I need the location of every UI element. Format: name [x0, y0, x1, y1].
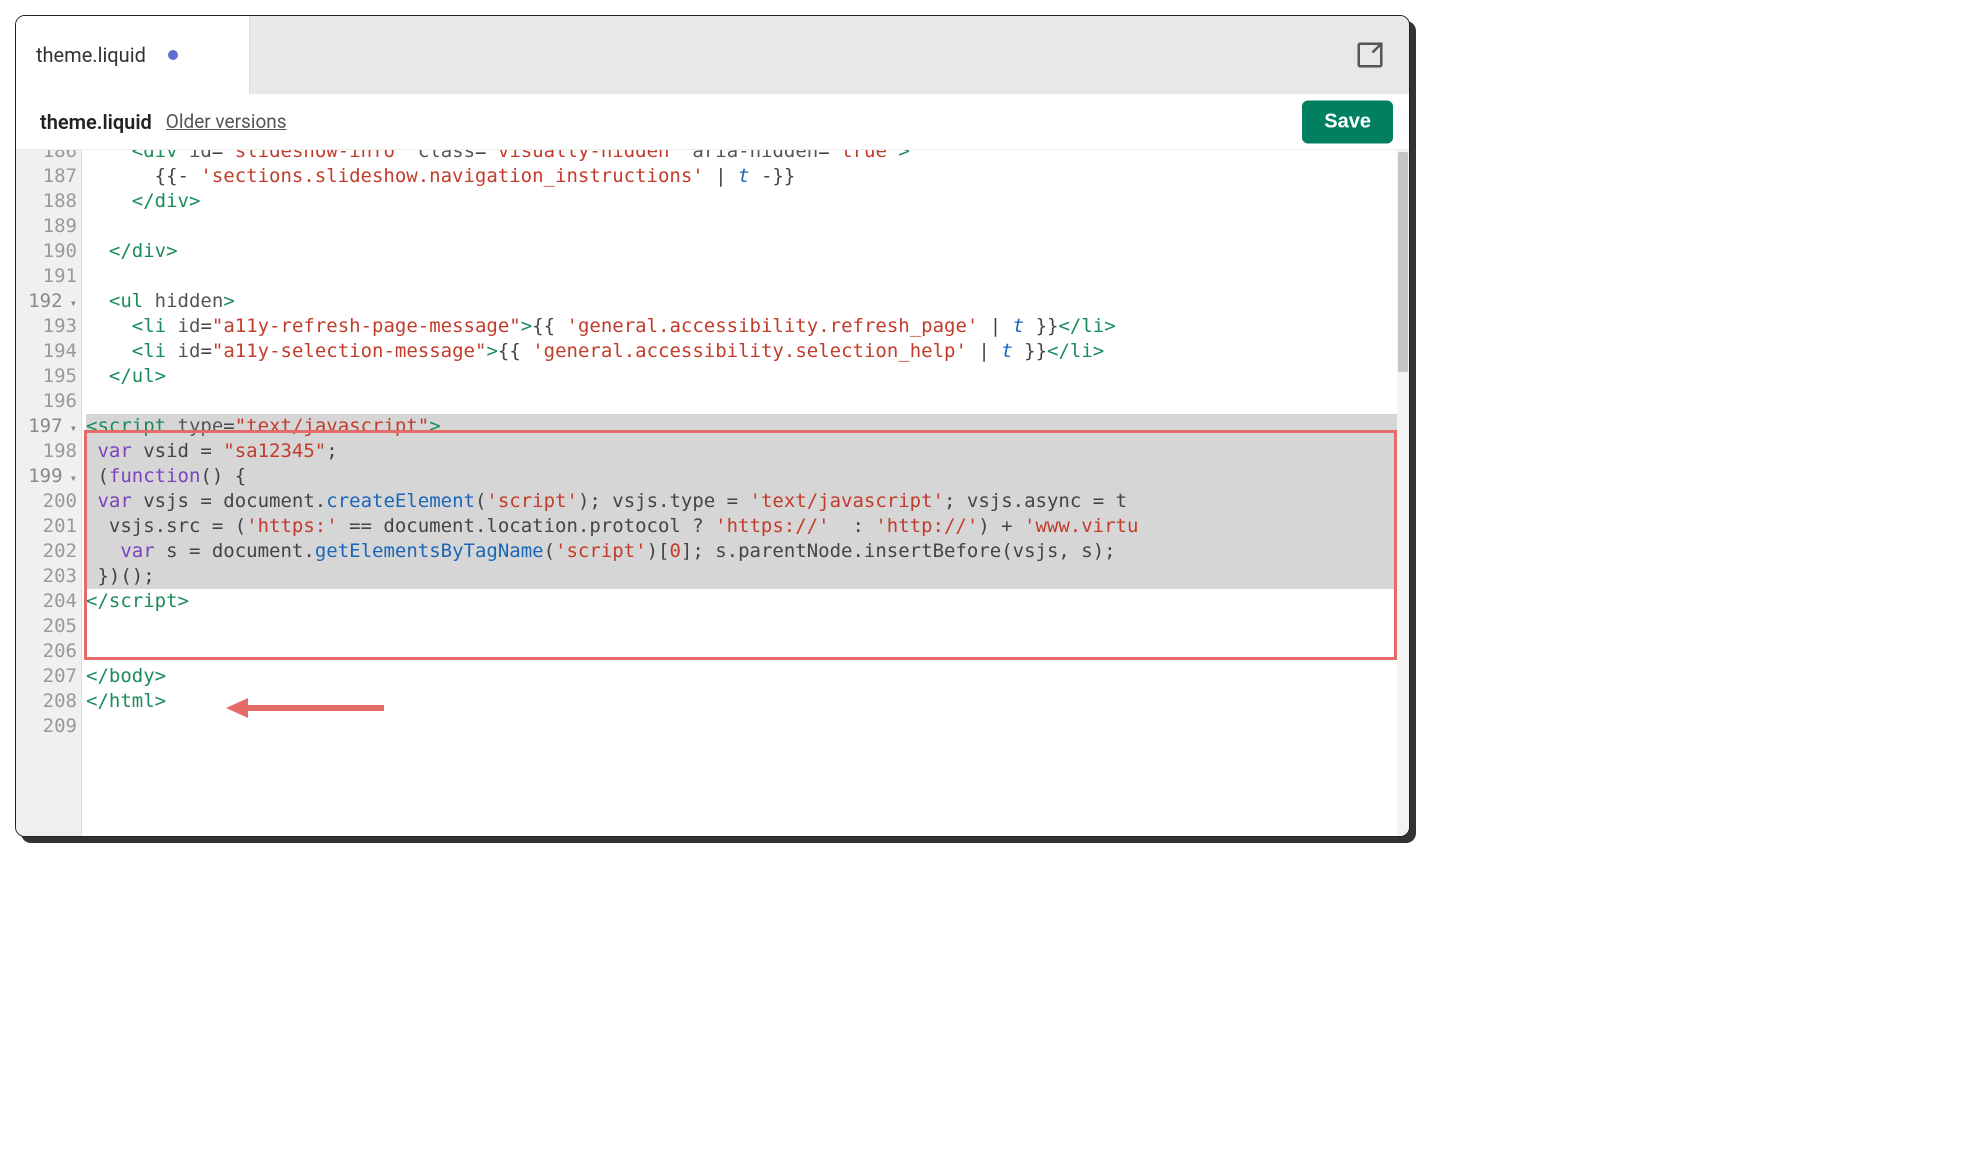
- line-number: 203: [16, 564, 81, 589]
- code-line[interactable]: <script type="text/javascript">: [86, 414, 1409, 439]
- code-line[interactable]: </ul>: [86, 364, 1409, 389]
- line-number: 209: [16, 714, 81, 739]
- line-number: 207: [16, 664, 81, 689]
- line-number: 190: [16, 239, 81, 264]
- line-gutter: 1861871881891901911921931941951961971981…: [16, 150, 82, 836]
- vertical-scrollbar[interactable]: [1397, 150, 1409, 836]
- line-number: 196: [16, 389, 81, 414]
- code-line[interactable]: [86, 264, 1409, 289]
- line-number: 186: [16, 150, 81, 164]
- file-tab[interactable]: theme.liquid: [16, 16, 250, 94]
- code-editor[interactable]: 1861871881891901911921931941951961971981…: [16, 150, 1409, 836]
- code-line[interactable]: var vsjs = document.createElement('scrip…: [86, 489, 1409, 514]
- line-number: 191: [16, 264, 81, 289]
- line-number: 193: [16, 314, 81, 339]
- line-number: 206: [16, 639, 81, 664]
- code-line[interactable]: [86, 214, 1409, 239]
- code-area[interactable]: <div id="slideshow-info" class="visually…: [82, 150, 1409, 836]
- line-number: 204: [16, 589, 81, 614]
- line-number: 202: [16, 539, 81, 564]
- code-line[interactable]: </div>: [86, 189, 1409, 214]
- older-versions-link[interactable]: Older versions: [166, 110, 287, 133]
- line-number: 205: [16, 614, 81, 639]
- code-line[interactable]: </html>: [86, 689, 1409, 714]
- code-line[interactable]: vsjs.src = ('https:' == document.locatio…: [86, 514, 1409, 539]
- line-number: 201: [16, 514, 81, 539]
- tab-bar: theme.liquid: [16, 16, 1409, 94]
- line-number: 199: [16, 464, 81, 489]
- line-number: 197: [16, 414, 81, 439]
- scroll-thumb[interactable]: [1398, 152, 1408, 372]
- code-line[interactable]: var s = document.getElementsByTagName('s…: [86, 539, 1409, 564]
- code-line[interactable]: [86, 639, 1409, 664]
- tab-label: theme.liquid: [36, 43, 146, 67]
- line-number: 198: [16, 439, 81, 464]
- line-number: 194: [16, 339, 81, 364]
- code-line[interactable]: [86, 614, 1409, 639]
- code-line[interactable]: <li id="a11y-selection-message">{{ 'gene…: [86, 339, 1409, 364]
- save-button[interactable]: Save: [1302, 100, 1393, 143]
- line-number: 195: [16, 364, 81, 389]
- code-line[interactable]: </script>: [86, 589, 1409, 614]
- line-number: 188: [16, 189, 81, 214]
- line-number: 189: [16, 214, 81, 239]
- code-line[interactable]: [86, 389, 1409, 414]
- code-line[interactable]: var vsid = "sa12345";: [86, 439, 1409, 464]
- line-number: 192: [16, 289, 81, 314]
- code-line[interactable]: <ul hidden>: [86, 289, 1409, 314]
- line-number: 200: [16, 489, 81, 514]
- code-line[interactable]: </body>: [86, 664, 1409, 689]
- filename-label: theme.liquid: [40, 110, 152, 134]
- code-line[interactable]: {{- 'sections.slideshow.navigation_instr…: [86, 164, 1409, 189]
- line-number: 187: [16, 164, 81, 189]
- file-header: theme.liquid Older versions Save: [16, 94, 1409, 150]
- editor-window: theme.liquid theme.liquid Older versions…: [15, 15, 1410, 837]
- code-line[interactable]: </div>: [86, 239, 1409, 264]
- code-line[interactable]: (function() {: [86, 464, 1409, 489]
- unsaved-indicator-icon: [168, 50, 178, 60]
- expand-icon[interactable]: [1355, 40, 1385, 70]
- line-number: 208: [16, 689, 81, 714]
- code-line[interactable]: [86, 714, 1409, 739]
- code-line[interactable]: <li id="a11y-refresh-page-message">{{ 'g…: [86, 314, 1409, 339]
- code-line[interactable]: <div id="slideshow-info" class="visually…: [86, 150, 1409, 164]
- code-line[interactable]: })();: [86, 564, 1409, 589]
